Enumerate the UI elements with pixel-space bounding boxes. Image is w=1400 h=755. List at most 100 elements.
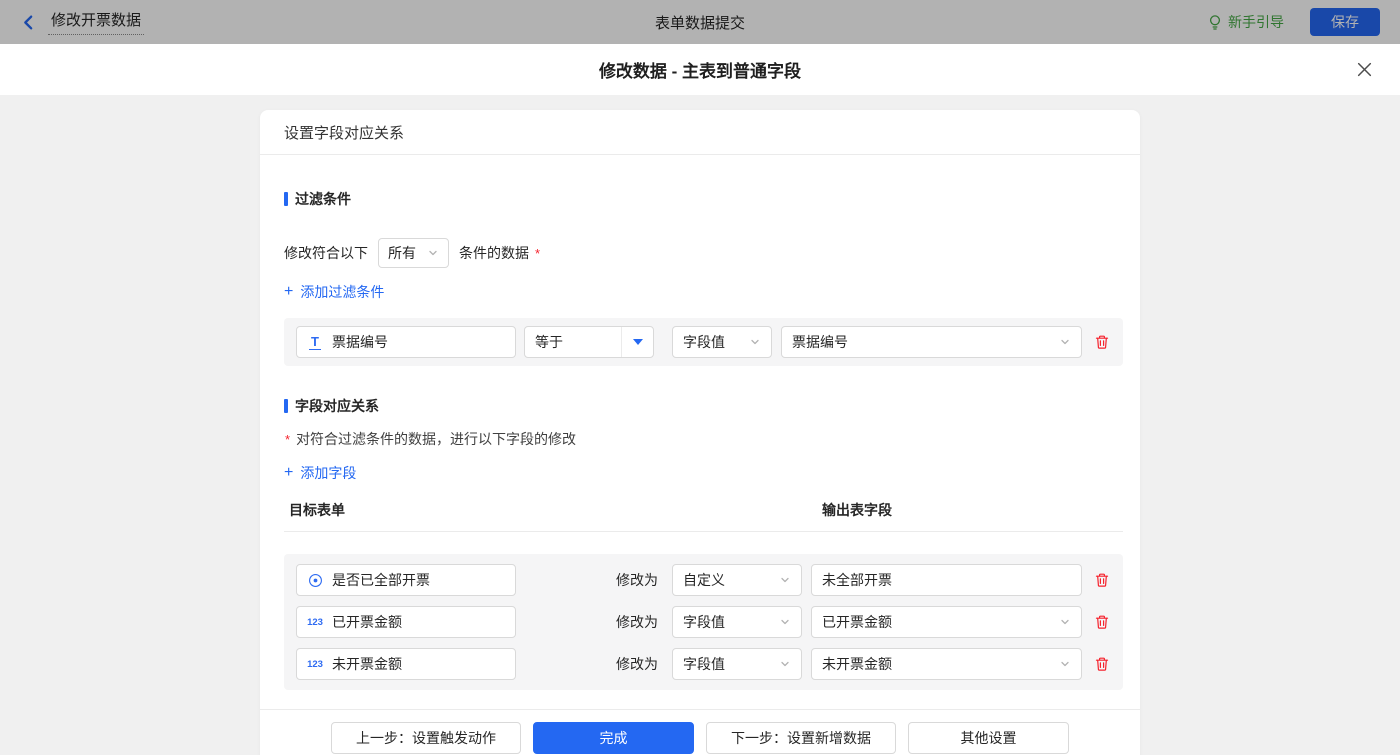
target-field-value: 已开票金额 [332,612,402,632]
trash-icon [1094,572,1110,588]
mapping-column-headers: 目标表单 输出表字段 [284,500,1123,520]
chevron-down-icon [1059,658,1071,670]
delete-row-button[interactable] [1093,655,1111,673]
filter-field-input[interactable]: T 票据编号 [296,326,516,358]
next-step-button[interactable]: 下一步：设置新增数据 [706,722,896,754]
modify-mode-value: 字段值 [683,612,725,632]
trash-icon [1094,334,1110,350]
chevron-down-icon [779,574,791,586]
mapping-rows-panel: 是否已全部开票 修改为 自定义 未全部开票 [284,554,1123,690]
add-field-label: 添加字段 [300,463,356,483]
filter-value: 票据编号 [792,332,848,352]
modal-body: 设置字段对应关系 过滤条件 修改符合以下 所有 条件的数据 * [0,95,1400,755]
chevron-down-icon [1059,616,1071,628]
match-suffix-label: 条件的数据 [459,243,529,263]
number-field-icon: 123 [307,617,323,628]
output-field-select[interactable]: 已开票金额 [811,606,1082,638]
chevron-down-icon [779,616,791,628]
modify-mode-value: 字段值 [683,654,725,674]
guide-label: 新手引导 [1228,12,1284,32]
header-divider [284,531,1123,532]
mapping-description-text: 对符合过滤条件的数据，进行以下字段的修改 [296,429,576,449]
mapping-section-title: 字段对应关系 [284,396,1123,416]
target-field-value: 是否已全部开票 [332,570,430,590]
filter-operator-value: 等于 [525,332,621,352]
add-filter-condition-link[interactable]: + 添加过滤条件 [284,282,384,302]
topbar-title: 表单数据提交 [0,12,1400,33]
back-chevron-icon[interactable] [20,13,38,31]
plus-icon: + [284,466,293,480]
number-field-icon: 123 [307,659,323,670]
modal-title: 修改数据 - 主表到普通字段 [599,57,801,82]
filter-condition-row: T 票据编号 等于 字段值 票据编号 [284,318,1123,366]
prev-step-button[interactable]: 上一步：设置触发动作 [331,722,521,754]
filter-value-type: 字段值 [683,332,725,352]
filter-operator-select[interactable]: 等于 [524,326,654,358]
match-mode-value: 所有 [388,243,416,263]
radio-field-icon [307,573,323,588]
chevron-down-icon [749,336,761,348]
target-field-input[interactable]: 是否已全部开票 [296,564,516,596]
modify-as-label: 修改为 [616,612,664,632]
output-field-header: 输出表字段 [822,500,892,520]
modify-as-label: 修改为 [616,570,664,590]
delete-row-button[interactable] [1093,571,1111,589]
caret-down-icon [622,339,653,345]
required-mark: * [535,246,540,261]
target-form-header: 目标表单 [289,500,822,520]
save-button[interactable]: 保存 [1310,8,1380,36]
trash-icon [1094,656,1110,672]
add-filter-label: 添加过滤条件 [300,282,384,302]
chevron-down-icon [1059,336,1071,348]
section-accent-bar [284,192,288,206]
modify-as-label: 修改为 [616,654,664,674]
card-title: 设置字段对应关系 [260,110,1140,155]
filter-value-type-select[interactable]: 字段值 [672,326,772,358]
beginner-guide-link[interactable]: 新手引导 [1207,12,1284,32]
filter-section-label: 过滤条件 [295,189,351,209]
match-condition-row: 修改符合以下 所有 条件的数据 * [284,238,1123,268]
section-accent-bar [284,399,288,413]
custom-value: 未全部开票 [822,570,892,590]
mapping-row: 123 已开票金额 修改为 字段值 已开票金额 [296,606,1111,638]
mapping-section-label: 字段对应关系 [295,396,379,416]
match-mode-select[interactable]: 所有 [378,238,449,268]
match-prefix-label: 修改符合以下 [284,243,368,263]
card-content: 过滤条件 修改符合以下 所有 条件的数据 * + 添加过滤条件 [260,155,1140,690]
trash-icon [1094,614,1110,630]
delete-row-button[interactable] [1093,613,1111,631]
modify-mode-value: 自定义 [683,570,725,590]
card-footer: 上一步：设置触发动作 完成 下一步：设置新增数据 其他设置 [260,709,1140,755]
filter-section-title: 过滤条件 [284,155,1123,209]
required-mark: * [285,432,290,447]
modify-mode-select[interactable]: 自定义 [672,564,802,596]
plus-icon: + [284,285,293,299]
target-field-input[interactable]: 123 已开票金额 [296,606,516,638]
modify-mode-select[interactable]: 字段值 [672,606,802,638]
filter-field-value: 票据编号 [332,332,388,352]
chevron-down-icon [427,247,439,259]
mapping-row: 是否已全部开票 修改为 自定义 未全部开票 [296,564,1111,596]
output-field-value: 已开票金额 [822,612,892,632]
other-settings-button[interactable]: 其他设置 [908,722,1069,754]
output-field-select[interactable]: 未开票金额 [811,648,1082,680]
chevron-down-icon [779,658,791,670]
topbar: 修改开票数据 表单数据提交 新手引导 保存 [0,0,1400,44]
text-field-icon: T [307,335,323,350]
filter-value-select[interactable]: 票据编号 [781,326,1082,358]
settings-card: 设置字段对应关系 过滤条件 修改符合以下 所有 条件的数据 * [260,110,1140,755]
mapping-description: * 对符合过滤条件的数据，进行以下字段的修改 [284,429,1123,449]
lightbulb-icon [1207,14,1223,30]
add-field-link[interactable]: + 添加字段 [284,463,356,483]
flow-name[interactable]: 修改开票数据 [48,9,144,35]
done-button[interactable]: 完成 [533,722,694,754]
delete-filter-button[interactable] [1093,333,1111,351]
custom-value-input[interactable]: 未全部开票 [811,564,1082,596]
topbar-actions: 新手引导 保存 [1207,8,1380,36]
target-field-input[interactable]: 123 未开票金额 [296,648,516,680]
modal-header: 修改数据 - 主表到普通字段 [0,44,1400,95]
modify-mode-select[interactable]: 字段值 [672,648,802,680]
output-field-value: 未开票金额 [822,654,892,674]
target-field-value: 未开票金额 [332,654,402,674]
close-icon[interactable] [1354,60,1374,80]
